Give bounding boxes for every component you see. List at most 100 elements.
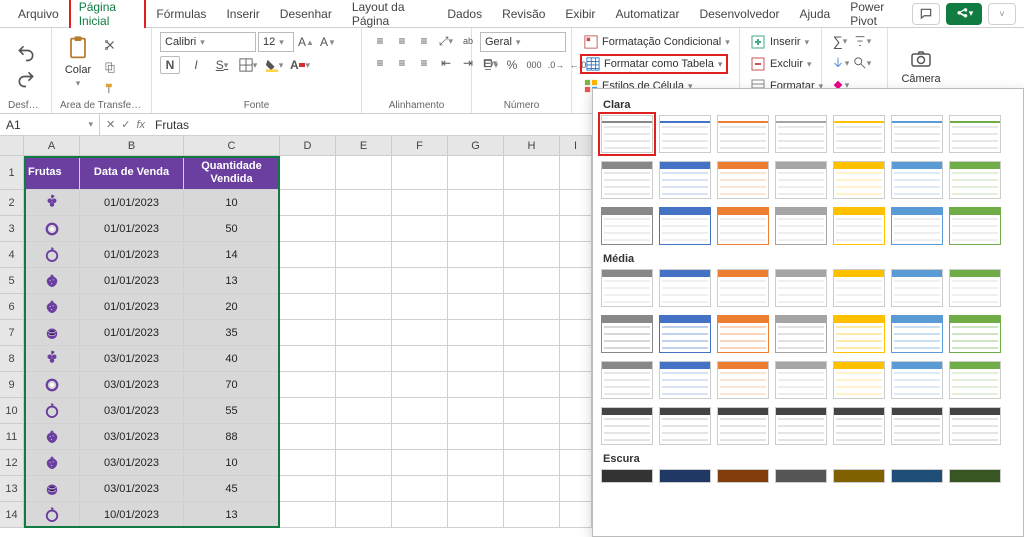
table-style-swatch[interactable]	[659, 269, 711, 307]
table-style-swatch[interactable]	[949, 207, 1001, 245]
table-style-swatch[interactable]	[775, 361, 827, 399]
cell[interactable]	[280, 372, 336, 398]
table-style-swatch[interactable]	[775, 115, 827, 153]
select-all-corner[interactable]	[0, 136, 24, 156]
cell[interactable]: Data de Venda	[80, 156, 184, 190]
cell[interactable]	[336, 502, 392, 528]
cell[interactable]	[504, 242, 560, 268]
accept-formula-icon[interactable]: ✓	[121, 118, 130, 131]
row-header[interactable]: 11	[0, 424, 24, 450]
increase-decimal-button[interactable]: .0→	[546, 56, 566, 74]
cell[interactable]: 03/01/2023	[80, 398, 184, 424]
cell[interactable]	[448, 242, 504, 268]
row-header[interactable]: 4	[0, 242, 24, 268]
cell[interactable]	[504, 502, 560, 528]
align-center-button[interactable]: ≡	[392, 54, 412, 72]
tab-developer[interactable]: Desenvolvedor	[689, 2, 789, 26]
cell[interactable]	[392, 476, 448, 502]
cell[interactable]	[280, 268, 336, 294]
orientation-button[interactable]: ⤢▾	[436, 32, 456, 50]
cell[interactable]: 01/01/2023	[80, 216, 184, 242]
table-style-swatch[interactable]	[833, 315, 885, 353]
table-style-swatch[interactable]	[891, 315, 943, 353]
cell[interactable]	[504, 372, 560, 398]
cell[interactable]: 01/01/2023	[80, 242, 184, 268]
cell[interactable]	[560, 502, 592, 528]
cell[interactable]	[448, 190, 504, 216]
cell[interactable]	[280, 476, 336, 502]
cell[interactable]	[24, 294, 80, 320]
cell[interactable]	[560, 156, 592, 190]
cell[interactable]	[448, 294, 504, 320]
cell[interactable]: 13	[184, 502, 280, 528]
row-header[interactable]: 14	[0, 502, 24, 528]
cell[interactable]	[560, 294, 592, 320]
autosum-button[interactable]: ∑▾	[830, 32, 850, 50]
decrease-font-button[interactable]: A▼	[318, 33, 338, 51]
cell[interactable]	[448, 156, 504, 190]
table-style-swatch[interactable]	[601, 407, 653, 445]
table-style-swatch[interactable]	[891, 115, 943, 153]
row-header[interactable]: 5	[0, 268, 24, 294]
col-header-d[interactable]: D	[280, 136, 336, 156]
row-header[interactable]: 6	[0, 294, 24, 320]
cell[interactable]	[280, 502, 336, 528]
cell[interactable]	[448, 216, 504, 242]
cell[interactable]	[448, 346, 504, 372]
cell[interactable]	[280, 294, 336, 320]
table-style-swatch[interactable]	[833, 407, 885, 445]
cell[interactable]	[280, 424, 336, 450]
align-right-button[interactable]: ≡	[414, 54, 434, 72]
borders-button[interactable]: ▾	[238, 56, 258, 74]
cell[interactable]	[336, 242, 392, 268]
cell[interactable]	[504, 156, 560, 190]
table-style-swatch[interactable]	[833, 161, 885, 199]
table-style-swatch[interactable]	[775, 407, 827, 445]
cell[interactable]	[504, 346, 560, 372]
cell[interactable]	[336, 190, 392, 216]
cell[interactable]: 14	[184, 242, 280, 268]
number-format-combo[interactable]: Geral▾	[480, 32, 566, 52]
table-style-swatch[interactable]	[891, 407, 943, 445]
col-header-i[interactable]: I	[560, 136, 592, 156]
cell[interactable]	[280, 398, 336, 424]
tab-automate[interactable]: Automatizar	[605, 2, 689, 26]
row-header[interactable]: 7	[0, 320, 24, 346]
undo-button[interactable]	[16, 44, 36, 62]
cell[interactable]	[280, 346, 336, 372]
tab-view[interactable]: Exibir	[555, 2, 605, 26]
row-header[interactable]: 3	[0, 216, 24, 242]
col-header-g[interactable]: G	[448, 136, 504, 156]
cell[interactable]	[392, 502, 448, 528]
tab-formulas[interactable]: Fórmulas	[146, 2, 216, 26]
align-top-button[interactable]: ≡	[370, 32, 390, 50]
cell[interactable]	[392, 156, 448, 190]
cell[interactable]	[392, 294, 448, 320]
table-style-swatch[interactable]	[949, 469, 1001, 483]
table-style-swatch[interactable]	[601, 161, 653, 199]
cell[interactable]	[504, 476, 560, 502]
cell[interactable]: 50	[184, 216, 280, 242]
table-style-swatch[interactable]	[601, 361, 653, 399]
cell[interactable]	[448, 268, 504, 294]
paste-button[interactable]: Colar▾	[60, 32, 96, 91]
cell[interactable]	[504, 450, 560, 476]
delete-cells-button[interactable]: Excluir▾	[748, 54, 814, 74]
cell[interactable]	[448, 450, 504, 476]
percent-button[interactable]: %	[502, 56, 522, 74]
cell[interactable]	[560, 320, 592, 346]
cell[interactable]	[504, 398, 560, 424]
table-style-swatch[interactable]	[601, 315, 653, 353]
cell[interactable]	[392, 450, 448, 476]
table-style-swatch[interactable]	[659, 469, 711, 483]
fill-button[interactable]: ▾	[830, 54, 850, 72]
find-select-button[interactable]: ▾	[852, 54, 872, 72]
cut-button[interactable]	[100, 36, 120, 54]
format-as-table-button[interactable]: Formatar como Tabela▾	[580, 54, 728, 74]
name-box[interactable]: A1▾	[0, 114, 100, 135]
cell[interactable]	[24, 424, 80, 450]
col-header-h[interactable]: H	[504, 136, 560, 156]
table-style-swatch[interactable]	[775, 207, 827, 245]
font-color-button[interactable]: A▾	[290, 56, 310, 74]
cell[interactable]	[448, 320, 504, 346]
